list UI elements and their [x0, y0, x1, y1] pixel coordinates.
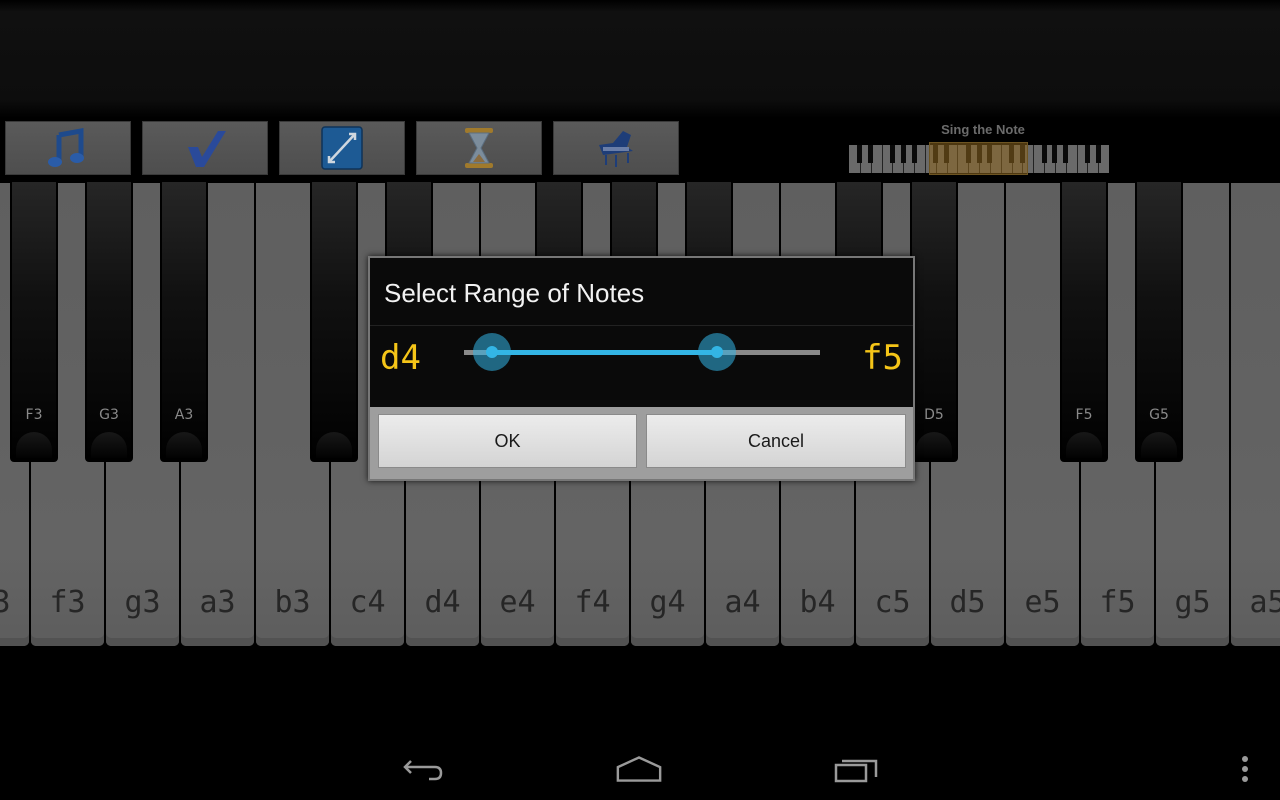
resize-arrow-icon — [321, 126, 363, 170]
range-slider[interactable] — [464, 333, 820, 371]
white-key-label: g5 — [1174, 585, 1211, 620]
black-key-f5[interactable]: F5 — [1060, 180, 1108, 462]
dialog-divider — [370, 325, 913, 326]
white-key-label: e4 — [499, 585, 536, 620]
recent-apps-icon — [834, 759, 878, 783]
white-key-label: c5 — [874, 585, 911, 620]
recent-apps-button[interactable] — [832, 752, 882, 788]
mode-title: Sing the Note — [941, 122, 1025, 137]
black-key-tip — [166, 432, 202, 458]
ok-button[interactable]: OK — [378, 414, 637, 468]
top-bar — [0, 0, 1280, 118]
black-key-tip — [916, 432, 952, 458]
overflow-menu-button[interactable] — [1220, 752, 1270, 788]
check-button[interactable] — [142, 121, 268, 175]
mini-black-key — [857, 145, 862, 163]
mini-black-key — [1085, 145, 1090, 163]
instrument-button[interactable] — [553, 121, 679, 175]
black-key-g5[interactable]: G5 — [1135, 180, 1183, 462]
mini-black-key — [890, 145, 895, 163]
dialog-button-bar: OK Cancel — [370, 407, 913, 479]
black-key-label: G5 — [1149, 407, 1169, 423]
black-key-g3[interactable]: G3 — [85, 180, 133, 462]
overflow-menu-icon — [1242, 756, 1248, 782]
black-key-tip — [1141, 432, 1177, 458]
white-key-label: g3 — [124, 585, 161, 620]
white-key-label: a5 — [1249, 585, 1280, 620]
range-slider-fill — [492, 350, 717, 355]
black-key-label: D5 — [924, 407, 944, 423]
white-key-label: f5 — [1099, 585, 1136, 620]
black-key-label: G3 — [99, 407, 119, 423]
back-button[interactable] — [398, 752, 448, 788]
mini-keyboard-selection[interactable] — [929, 142, 1028, 175]
black-key-d5[interactable]: D5 — [910, 180, 958, 462]
black-key-tip — [16, 432, 52, 458]
range-button[interactable] — [279, 121, 405, 175]
white-key-label: a3 — [199, 585, 236, 620]
grand-piano-icon — [599, 131, 633, 167]
mini-black-key — [1063, 145, 1068, 163]
white-key-a5[interactable]: a5 — [1231, 183, 1280, 646]
system-nav-bar — [0, 740, 1280, 800]
mini-key-divider — [1033, 145, 1034, 173]
mini-black-key — [868, 145, 873, 163]
white-key-label: f4 — [574, 585, 611, 620]
black-key-tip — [1066, 432, 1102, 458]
white-key-label: d4 — [424, 585, 461, 620]
mini-key-divider — [925, 145, 926, 173]
home-button[interactable] — [614, 752, 664, 788]
checkmark-icon — [188, 131, 226, 167]
mini-black-key — [1096, 145, 1101, 163]
mini-black-key — [912, 145, 917, 163]
black-key-tip — [91, 432, 127, 458]
black-key-label: F3 — [25, 407, 43, 423]
cancel-button[interactable]: Cancel — [646, 414, 906, 468]
music-notes-button[interactable] — [5, 121, 131, 175]
hourglass-icon — [465, 128, 493, 168]
dialog-title: Select Range of Notes — [384, 278, 645, 308]
mini-key-divider — [1077, 145, 1078, 173]
black-key-label: A3 — [174, 407, 194, 423]
mini-black-key — [1052, 145, 1057, 163]
black-key-label: F5 — [1075, 407, 1093, 423]
black-key-a3[interactable]: A3 — [160, 180, 208, 462]
music-note-icon — [48, 128, 84, 167]
white-key-label: b3 — [274, 585, 311, 620]
range-low-thumb[interactable] — [473, 333, 512, 371]
white-key-label: c4 — [349, 585, 386, 620]
black-key-tip — [316, 432, 352, 458]
white-key-label: d5 — [949, 585, 986, 620]
back-icon — [403, 760, 443, 781]
mini-key-divider — [882, 145, 883, 173]
range-low-value: d4 — [380, 338, 421, 378]
white-key-label: e3 — [0, 585, 11, 620]
timer-button[interactable] — [416, 121, 542, 175]
range-high-value: f5 — [862, 338, 903, 378]
white-key-label: e5 — [1024, 585, 1061, 620]
white-key-label: g4 — [649, 585, 686, 620]
range-high-thumb[interactable] — [697, 333, 736, 371]
black-key[interactable] — [310, 180, 358, 462]
white-key-label: f3 — [49, 585, 86, 620]
white-key-label: b4 — [799, 585, 836, 620]
black-key-f3[interactable]: F3 — [10, 180, 58, 462]
home-icon — [616, 756, 662, 782]
mini-black-key — [1042, 145, 1047, 163]
white-key-label: a4 — [724, 585, 761, 620]
range-dialog: Select Range of Notes d4 f5 OK Cancel — [368, 256, 915, 481]
mini-black-key — [901, 145, 906, 163]
